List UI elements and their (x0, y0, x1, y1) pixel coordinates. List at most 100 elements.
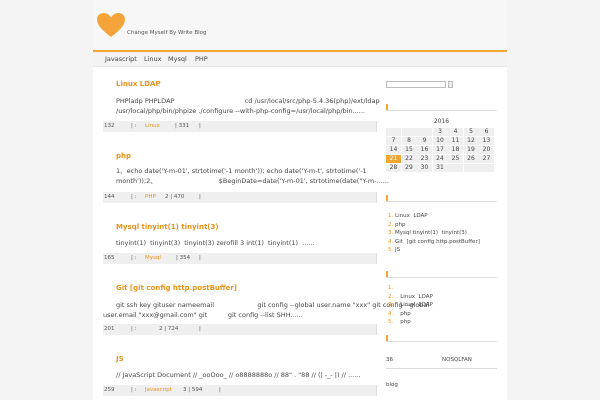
list-item[interactable]: 1. (388, 285, 433, 294)
calendar-day (417, 128, 432, 136)
post-meta-views: 201 (104, 326, 115, 332)
post-meta-end: | (199, 326, 201, 332)
post-excerpt-line-2: user.email "xxx@gmail.com" git git confi… (103, 311, 303, 319)
post-excerpt-line-1: tinyint(1) tinyint(3) tinyint(3) zerofil… (116, 239, 315, 247)
post-meta-sep: | : (131, 387, 137, 393)
page-left-margin (0, 0, 93, 400)
calendar-day[interactable]: 11 (448, 137, 463, 145)
post-excerpt-line-2: month'));2、 $BeginDate=date('Y-m-01', st… (116, 177, 389, 185)
post-meta: 144 | : PHP 2 | 470 | (103, 192, 377, 203)
post-meta-count: | 354 (176, 255, 191, 261)
post-meta-views: 259 (104, 387, 115, 393)
site-tagline: Change Myself By Write Blog (127, 30, 207, 36)
list-item[interactable]: 2. Linux LDAP (388, 294, 433, 303)
nav-item-linux[interactable]: Linux (144, 55, 162, 63)
post-meta-count: 2 | 470 (165, 194, 185, 200)
post-excerpt-line-1: PHPladp PHPLDAP cd /usr/local/src/php-5.… (116, 97, 380, 105)
calendar-day[interactable]: 3 (432, 128, 448, 136)
post-meta-count: 3 | 594 (183, 387, 203, 393)
post-meta-end: | (199, 255, 201, 261)
stats-name[interactable]: NOSQLFAN (442, 357, 472, 363)
recent-posts-list: 1. Linux LDAP 2. php 3. Mysql tinyint(1)… (388, 213, 480, 256)
post-meta: 201 | : 2 | 724 | (103, 324, 377, 335)
calendar-day[interactable]: 30 (417, 164, 432, 172)
calendar-day[interactable]: 4 (448, 128, 463, 136)
search-button[interactable] (448, 81, 453, 88)
hot-posts-list: 1. 2. Linux LDAP 3. Linux LDAP 4. php 5.… (388, 285, 433, 328)
page-right-margin (507, 0, 600, 400)
nav-item-javascript[interactable]: Javascript (105, 55, 137, 63)
calendar-day[interactable]: 18 (448, 146, 463, 154)
widget-divider (386, 368, 497, 369)
list-item[interactable]: 1. Linux LDAP (388, 213, 480, 222)
calendar-day[interactable]: 31 (432, 164, 448, 172)
widget-divider (386, 110, 497, 111)
list-item[interactable]: 2. php (388, 222, 480, 231)
calendar-day[interactable]: 24 (432, 155, 448, 163)
list-item[interactable]: 4. Git [git config http.postBuffer] (388, 239, 480, 248)
list-item[interactable]: 3. Mysql tinyint(1) tinyint(3) (388, 230, 480, 239)
calendar-day[interactable]: 20 (479, 146, 494, 154)
post-excerpt-line-1: 1、echo date('Y-m-01', strtotime('-1 mont… (116, 167, 367, 175)
calendar-day[interactable]: 25 (448, 155, 463, 163)
calendar-day[interactable]: 28 (386, 164, 401, 172)
stats-count: 36 (386, 357, 393, 363)
post-meta-count: | 331 (175, 123, 190, 129)
calendar-day[interactable]: 7 (386, 137, 401, 145)
post-meta-sep: | : (131, 326, 137, 332)
heart-logo-icon[interactable] (96, 12, 126, 38)
calendar-day[interactable]: 23 (417, 155, 432, 163)
search-input[interactable] (386, 81, 446, 88)
post-title[interactable]: Linux LDAP (116, 80, 161, 88)
nav-item-php[interactable]: PHP (195, 55, 208, 63)
post-title[interactable]: Git [git config http.postBuffer] (116, 284, 237, 292)
post-title[interactable]: JS (116, 355, 124, 363)
widget-divider (386, 341, 497, 342)
calendar-day[interactable]: 5 (463, 128, 479, 136)
calendar-day[interactable]: 9 (417, 137, 432, 145)
post-meta-end: | (199, 123, 201, 129)
calendar-day[interactable]: 10 (432, 137, 448, 145)
list-item[interactable]: 5. php (388, 319, 433, 328)
post-title[interactable]: Mysql tinyint(1) tinyint(3) (116, 223, 219, 231)
calendar-day (463, 164, 479, 172)
calendar-day[interactable]: 17 (432, 146, 448, 154)
calendar-day[interactable]: 22 (401, 155, 417, 163)
blog-label[interactable]: blog (386, 382, 398, 388)
post-excerpt-line-2: /usr/local/php/bin/phpize ./configure --… (116, 107, 365, 115)
calendar-day[interactable]: 29 (401, 164, 417, 172)
nav-item-mysql[interactable]: Mysql (168, 55, 187, 63)
calendar-day[interactable]: 27 (479, 155, 494, 163)
list-item[interactable]: 4. php (388, 311, 433, 320)
calendar-day[interactable]: 21 (386, 155, 401, 163)
post-meta-category[interactable]: Javascript (145, 387, 172, 393)
post-meta-sep: | : (131, 123, 137, 129)
stats-row: 36 NOSQLFAN (386, 357, 497, 363)
calendar-day[interactable]: 12 (463, 137, 479, 145)
post-meta-sep: | : (131, 194, 137, 200)
calendar-day[interactable]: 13 (479, 137, 494, 145)
widget-divider (386, 277, 497, 278)
post-meta: 259 | : Javascript 3 | 594 | (103, 385, 377, 396)
widget-divider (386, 201, 497, 202)
calendar-day (401, 128, 417, 136)
post-meta-category[interactable]: Linux (145, 123, 160, 129)
post-meta-end: | (199, 194, 201, 200)
calendar-day[interactable]: 15 (401, 146, 417, 154)
calendar-day[interactable]: 8 (401, 137, 417, 145)
calendar-day[interactable]: 14 (386, 146, 401, 154)
post-excerpt-line-1: // JavaScript Document // _ooOoo_ // o88… (116, 371, 361, 379)
post-meta-count: 2 | 724 (159, 326, 179, 332)
list-item[interactable]: 5. JS (388, 247, 480, 256)
calendar-day[interactable]: 6 (479, 128, 494, 136)
post-meta-category[interactable]: PHP (145, 194, 156, 200)
calendar-day[interactable]: 26 (463, 155, 479, 163)
calendar-day (479, 164, 494, 172)
calendar-day (448, 164, 463, 172)
calendar-day[interactable]: 19 (463, 146, 479, 154)
list-item[interactable]: 3. Linux LDAP (388, 302, 433, 311)
calendar-day[interactable]: 16 (417, 146, 432, 154)
post-meta: 132 | : Linux | 331 | (103, 121, 377, 132)
post-meta-category[interactable]: Mysql (145, 255, 161, 261)
post-title[interactable]: php (116, 152, 131, 160)
